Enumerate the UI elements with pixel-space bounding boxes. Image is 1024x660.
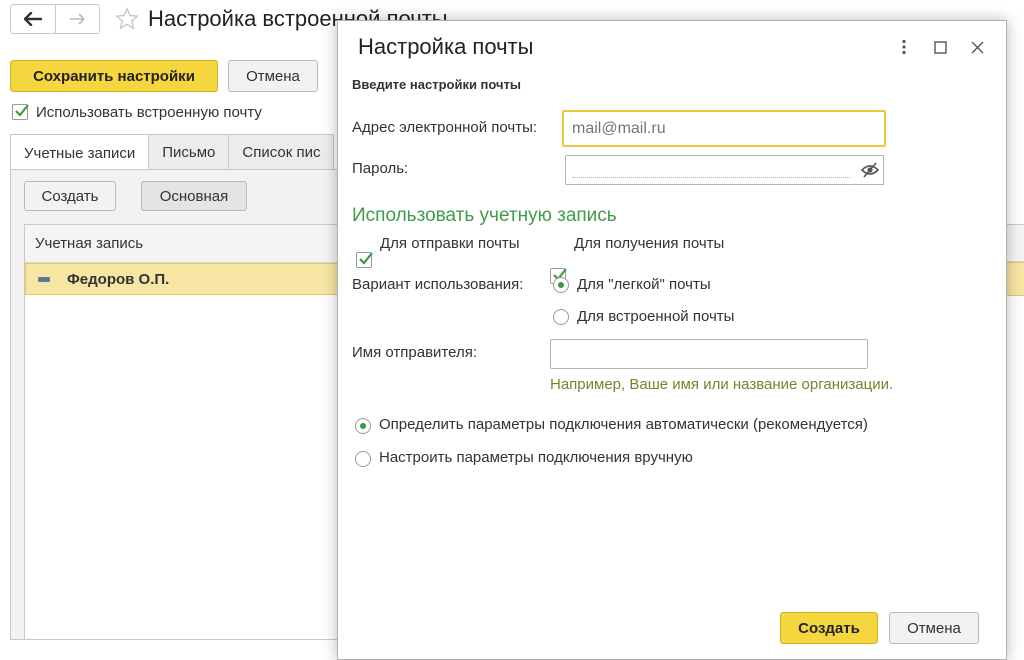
use-builtin-mail-label: Использовать встроенную почту [36, 104, 262, 121]
favorite-star-icon[interactable] [114, 6, 140, 32]
auto-connection-radio[interactable] [355, 418, 371, 434]
cancel-button[interactable]: Отмена [228, 60, 318, 92]
tab-letter[interactable]: Письмо [148, 134, 230, 170]
save-settings-button[interactable]: Сохранить настройки [10, 60, 218, 92]
more-options-icon[interactable] [893, 36, 915, 58]
email-field[interactable] [562, 110, 886, 147]
back-button[interactable] [11, 5, 55, 33]
set-main-button[interactable]: Основная [141, 181, 247, 211]
use-builtin-mail-checkbox[interactable] [12, 104, 29, 120]
dialog-title: Настройка почты [358, 34, 534, 59]
toggle-password-visibility[interactable] [856, 155, 884, 185]
sender-name-label: Имя отправителя: [352, 344, 478, 361]
checkmark-icon [359, 252, 373, 265]
table-row[interactable]: Федоров О.П. [25, 263, 349, 295]
usage-builtin-mail-radio[interactable] [553, 309, 569, 325]
tab-bar: Учетные записи Письмо Список пис [10, 134, 335, 171]
create-account-button[interactable]: Создать [24, 181, 116, 211]
use-account-section-title: Использовать учетную запись [352, 205, 617, 226]
usage-variant-label: Вариант использования: [352, 276, 524, 293]
password-field[interactable] [565, 155, 857, 185]
usage-builtin-mail-label: Для встроенной почты [577, 308, 735, 325]
tab-letter-list[interactable]: Список пис [228, 134, 335, 170]
eye-slash-icon [860, 162, 879, 178]
tab-accounts[interactable]: Учетные записи [10, 134, 150, 171]
create-button[interactable]: Создать [780, 612, 878, 644]
accounts-table: Учетная запись Федоров О.П. [24, 224, 350, 640]
maximize-icon[interactable] [929, 36, 951, 58]
close-icon[interactable] [966, 36, 988, 58]
usage-light-mail-radio[interactable] [553, 277, 569, 293]
arrow-right-icon [70, 13, 86, 25]
send-mail-checkbox[interactable] [356, 252, 373, 268]
receive-mail-label: Для получения почты [574, 235, 725, 252]
column-header-account: Учетная запись [25, 225, 349, 263]
auto-connection-label: Определить параметры подключения автомат… [379, 416, 868, 433]
sender-name-field[interactable] [550, 339, 868, 369]
account-name: Федоров О.П. [67, 270, 170, 288]
dialog-subtitle: Введите настройки почты [352, 77, 522, 92]
manual-connection-radio[interactable] [355, 451, 371, 467]
manual-connection-label: Настроить параметры подключения вручную [379, 449, 693, 466]
sender-name-hint: Например, Ваше имя или название организа… [550, 376, 894, 393]
password-label: Пароль: [352, 160, 409, 177]
forward-button[interactable] [54, 5, 99, 33]
email-label: Адрес электронной почты: [352, 119, 538, 136]
send-mail-label: Для отправки почты [380, 235, 520, 252]
dialog-cancel-button[interactable]: Отмена [889, 612, 979, 644]
arrow-left-icon [23, 12, 42, 26]
account-row-icon [38, 276, 50, 282]
checkmark-icon [15, 104, 29, 117]
navigation-buttons [10, 4, 100, 34]
usage-light-mail-label: Для "легкой" почты [577, 276, 711, 293]
